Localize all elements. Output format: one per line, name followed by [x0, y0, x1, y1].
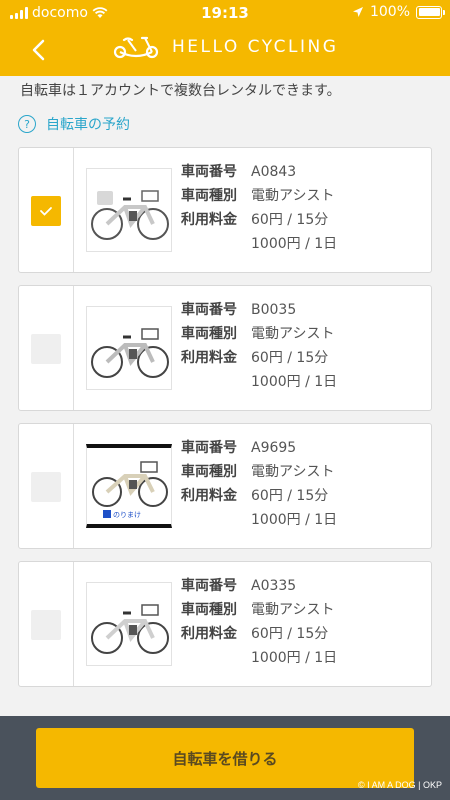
help-icon: ? [18, 115, 36, 133]
select-area[interactable] [19, 286, 74, 410]
number-label: 車両番号 [181, 578, 237, 594]
number-label: 車両番号 [181, 302, 237, 318]
fee-short: 60円 / 15分 [251, 350, 329, 366]
select-area[interactable] [19, 424, 74, 548]
bottom-bar: 自転車を借りる © I AM A DOG | OKP [0, 716, 450, 800]
battery-percent: 100% [369, 4, 410, 20]
fee-label: 利用料金 [181, 488, 237, 504]
watermark: © I AM A DOG | OKP [358, 780, 442, 790]
app-title: HELLO CYCLING [172, 37, 339, 57]
bike-number: A0335 [251, 578, 297, 594]
select-area[interactable] [19, 148, 74, 272]
bike-photo [86, 306, 172, 390]
bike-checkbox[interactable] [31, 196, 61, 226]
type-label: 車両種別 [181, 464, 237, 480]
nav-header: HELLO CYCLING [0, 26, 450, 76]
bike-photo [86, 168, 172, 252]
reserve-bike-link[interactable]: ? 自転車の予約 [18, 114, 130, 134]
fee-label: 利用料金 [181, 212, 237, 228]
bike-number: B0035 [251, 302, 297, 318]
number-label: 車両番号 [181, 164, 237, 180]
bike-type: 電動アシスト [251, 602, 335, 618]
bike-card-2[interactable]: 車両番号 B0035 車両種別 電動アシスト 利用料金 60円 / 15分 1000円… [18, 285, 432, 411]
logo-text: のりまけ [113, 511, 141, 519]
status-bar: docomo 19:13 100% [0, 0, 450, 26]
back-button[interactable] [24, 34, 56, 66]
fee-day: 1000円 / 1日 [251, 374, 338, 390]
bicycle-logo-icon [113, 36, 159, 59]
brand-logo: HELLO CYCLING [112, 34, 338, 60]
fee-short: 60円 / 15分 [251, 212, 329, 228]
multi-rental-info: 自転車は１アカウントで複数台レンタルできます。 [20, 83, 341, 99]
main-content: 自転車は１アカウントで複数台レンタルできます。 ? 自転車の予約 車両番号 A0… [0, 76, 450, 716]
number-label: 車両番号 [181, 440, 237, 456]
fee-label: 利用料金 [181, 626, 237, 642]
bike-photo: のりまけ [86, 444, 172, 528]
chevron-left-icon [32, 39, 45, 61]
check-icon [40, 207, 52, 216]
bike-type: 電動アシスト [251, 326, 335, 342]
app-header-bar: docomo 19:13 100% HELLO CYCLING [0, 0, 450, 76]
bike-type: 電動アシスト [251, 464, 335, 480]
bike-card-1[interactable]: 車両番号 A0843 車両種別 電動アシスト 利用料金 60円 / 15分 1000円… [18, 147, 432, 273]
battery-icon [416, 5, 445, 19]
bike-checkbox[interactable] [31, 334, 61, 364]
type-label: 車両種別 [181, 602, 237, 618]
bike-checkbox[interactable] [31, 472, 61, 502]
rent-bike-button[interactable]: 自転車を借りる [36, 728, 414, 788]
bike-card-3[interactable]: のりまけ 車両番号 A9695 車両種別 電動アシスト 利用料金 60円 / 15分 … [18, 423, 432, 549]
select-area[interactable] [19, 562, 74, 686]
location-arrow-icon [352, 7, 363, 17]
bike-card-4[interactable]: 車両番号 A0335 車両種別 電動アシスト 利用料金 60円 / 15分 1000円… [18, 561, 432, 687]
bike-number: A0843 [251, 164, 297, 180]
bike-checkbox[interactable] [31, 610, 61, 640]
fee-short: 60円 / 15分 [251, 488, 329, 504]
fee-short: 60円 / 15分 [251, 626, 329, 642]
fee-day: 1000円 / 1日 [251, 650, 338, 666]
fee-label: 利用料金 [181, 350, 237, 366]
type-label: 車両種別 [181, 326, 237, 342]
type-label: 車両種別 [181, 188, 237, 204]
bike-type: 電動アシスト [251, 188, 335, 204]
bike-number: A9695 [251, 440, 297, 456]
reserve-link-label: 自転車の予約 [46, 117, 130, 133]
bike-photo [86, 582, 172, 666]
fee-day: 1000円 / 1日 [251, 512, 338, 528]
fee-day: 1000円 / 1日 [251, 236, 338, 252]
